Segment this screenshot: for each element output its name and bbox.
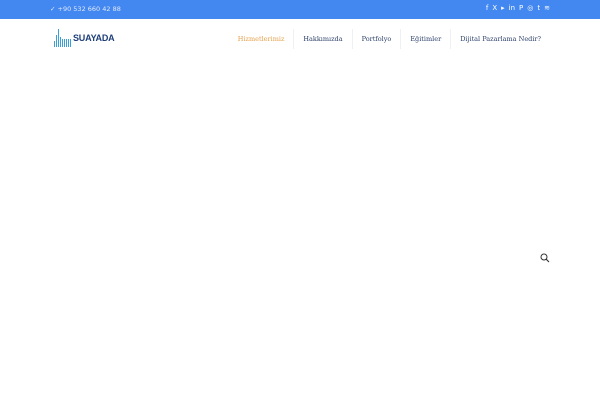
nav-hizmetlerimiz[interactable]: Hizmetlerimiz: [229, 29, 294, 49]
youtube-icon[interactable]: ▸: [501, 4, 505, 12]
tumblr-icon[interactable]: t: [537, 4, 540, 12]
instagram-icon[interactable]: ◎: [527, 4, 533, 12]
logo[interactable]: SUAYADA: [54, 29, 115, 47]
nav-portfolyo[interactable]: Portfolyo: [351, 29, 401, 49]
x-icon[interactable]: X: [492, 4, 497, 12]
nav-egitimler[interactable]: Eğitimler: [400, 29, 450, 49]
linkedin-icon[interactable]: in: [509, 4, 515, 12]
logo-text: SUAYADA: [73, 33, 115, 43]
logo-bars-icon: [54, 29, 71, 47]
pinterest-icon[interactable]: P: [519, 4, 523, 12]
social-links: f X ▸ in P ◎ t ≋: [486, 4, 550, 12]
main-nav: Hizmetlerimiz Hakkımızda Portfolyo Eğiti…: [229, 29, 550, 49]
nav-dijital-pazarlama[interactable]: Dijital Pazarlama Nedir?: [450, 29, 550, 49]
header: SUAYADA Hizmetlerimiz Hakkımızda Portfol…: [0, 19, 600, 59]
nav-hakkimizda[interactable]: Hakkımızda: [293, 29, 351, 49]
search-icon[interactable]: [540, 253, 550, 263]
top-bar: ✓ +90 532 660 42 88 f X ▸ in P ◎ t ≋: [0, 0, 600, 19]
rss-icon[interactable]: ≋: [544, 4, 550, 12]
phone-number[interactable]: ✓ +90 532 660 42 88: [50, 5, 121, 13]
facebook-icon[interactable]: f: [486, 4, 488, 12]
